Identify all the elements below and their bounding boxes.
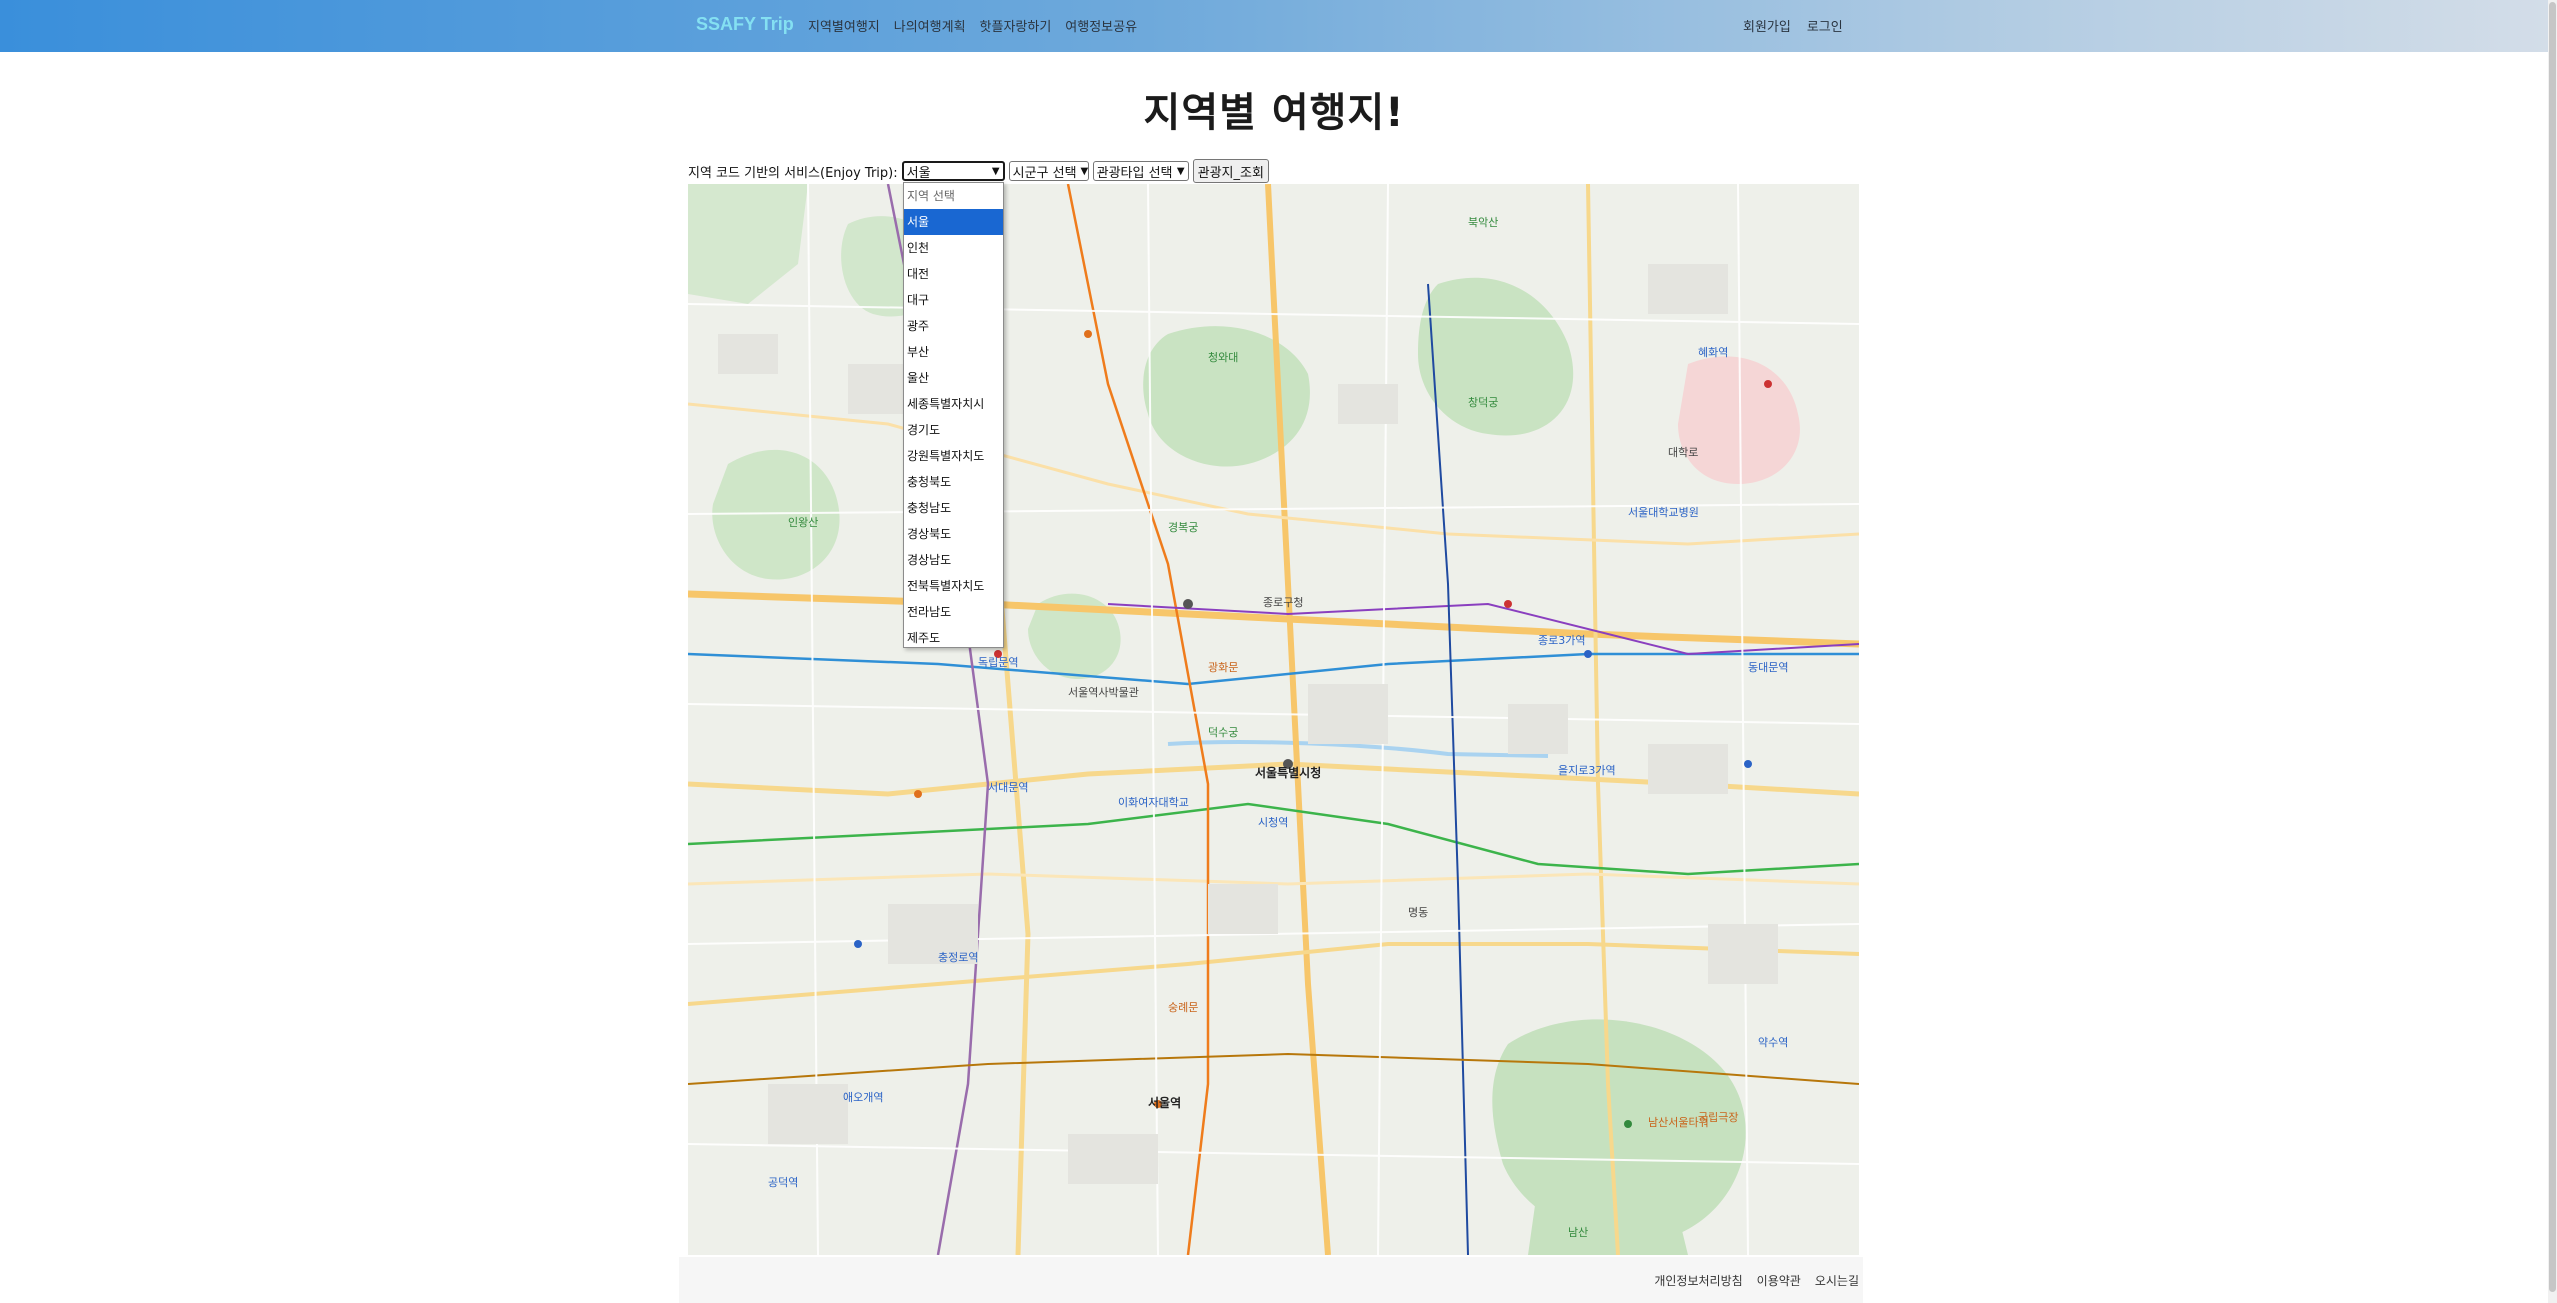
- dropdown-option[interactable]: 경상남도: [904, 547, 1003, 573]
- gugun-select-value: 시군구 선택: [1012, 165, 1077, 181]
- sido-dropdown-list: 지역 선택 서울 인천 대전 대구 광주 부산 울산 세종특별자치시 경기도 강…: [903, 182, 1004, 648]
- chevron-down-icon: ▼: [1176, 165, 1185, 177]
- map-label-namsan: 남산: [1568, 1226, 1589, 1239]
- dropdown-option-selected[interactable]: 서울: [904, 209, 1003, 235]
- map-label-ewha-univ: 이화여자대학교: [1118, 796, 1189, 809]
- dropdown-option[interactable]: 전라남도: [904, 599, 1003, 625]
- map-label-myeongdong: 명동: [1408, 906, 1429, 919]
- dropdown-option[interactable]: 광주: [904, 313, 1003, 339]
- dropdown-option[interactable]: 충청북도: [904, 469, 1003, 495]
- brand-logo[interactable]: SSAFY Trip: [696, 14, 794, 35]
- footer-link-privacy[interactable]: 개인정보처리방침: [1654, 1272, 1742, 1289]
- dropdown-option[interactable]: 대전: [904, 261, 1003, 287]
- map-label-gongdeok-station: 공덕역: [768, 1176, 799, 1189]
- map-label-gwanghwamun: 광화문: [1208, 661, 1239, 674]
- map-label-city-hall-station: 시청역: [1258, 816, 1289, 829]
- gugun-select[interactable]: 시군구 선택 ▼: [1008, 161, 1089, 181]
- map-label-snu-hospital: 서울대학교병원: [1628, 506, 1699, 519]
- scrollbar-thumb[interactable]: [2549, 2, 2556, 1292]
- map-label-chungjeongno-station: 충정로역: [938, 951, 979, 964]
- map-label-cheongwadae: 청와대: [1208, 351, 1239, 364]
- map-label-aeogae-station: 애오개역: [843, 1091, 884, 1104]
- map-label-dongdaemun-station: 동대문역: [1748, 661, 1789, 674]
- dropdown-option[interactable]: 경상북도: [904, 521, 1003, 547]
- map-label-jongno-gu-office: 종로구청: [1263, 596, 1304, 609]
- nav-link-info-share[interactable]: 여행정보공유: [1065, 16, 1137, 35]
- map-label-daehangno: 대학로: [1668, 446, 1699, 459]
- top-navbar: SSAFY Trip 지역별여행지 나의여행계획 핫플자랑하기 여행정보공유 회…: [0, 0, 2548, 52]
- content-type-select-value: 관광타입 선택: [1096, 165, 1173, 181]
- dropdown-option[interactable]: 부산: [904, 339, 1003, 365]
- map-label-changdeokgung: 창덕궁: [1468, 396, 1499, 409]
- map-view[interactable]: 서울특별시청 청와대 종로구청 경복궁 창덕궁 서울역 남산 서대문역 충정로역…: [688, 184, 1859, 1255]
- dropdown-option[interactable]: 울산: [904, 365, 1003, 391]
- dropdown-option[interactable]: 지역 선택: [904, 183, 1003, 209]
- main-nav: 지역별여행지 나의여행계획 핫플자랑하기 여행정보공유: [808, 16, 1137, 35]
- map-label-inwangsan: 인왕산: [788, 516, 819, 529]
- sido-select-value: 서울: [906, 165, 931, 181]
- content-type-select[interactable]: 관광타입 선택 ▼: [1092, 161, 1189, 181]
- nav-link-my-plan[interactable]: 나의여행계획: [894, 16, 966, 35]
- sido-select[interactable]: 서울 ▼: [901, 161, 1005, 181]
- search-button[interactable]: 관광지_조회: [1192, 159, 1269, 183]
- chevron-down-icon: ▼: [991, 165, 1000, 177]
- dropdown-option[interactable]: 대구: [904, 287, 1003, 313]
- dropdown-option[interactable]: 경기도: [904, 417, 1003, 443]
- map-label-sungnyemun: 숭례문: [1168, 1001, 1199, 1014]
- nav-link-login[interactable]: 로그인: [1807, 16, 1843, 35]
- map-label-bugaksan: 북악산: [1468, 216, 1499, 229]
- nav-link-hotplace[interactable]: 핫플자랑하기: [980, 16, 1052, 35]
- map-label-dongnimmun-station: 독립문역: [978, 656, 1019, 669]
- footer-link-terms[interactable]: 이용약관: [1757, 1272, 1801, 1289]
- dropdown-option[interactable]: 제주도: [904, 625, 1003, 651]
- dropdown-option[interactable]: 충청남도: [904, 495, 1003, 521]
- map-label-jongno3ga-station: 종로3가역: [1538, 634, 1586, 647]
- map-label-national-theater: 국립극장: [1698, 1111, 1739, 1124]
- account-nav: 회원가입 로그인: [1743, 16, 1843, 35]
- dropdown-option[interactable]: 인천: [904, 235, 1003, 261]
- search-label: 지역 코드 기반의 서비스(Enjoy Trip):: [688, 165, 898, 181]
- map-label-euljiro3ga-station: 을지로3가역: [1558, 764, 1616, 777]
- map-label-yaksu-station: 약수역: [1758, 1036, 1789, 1049]
- footer: 개인정보처리방침 이용약관 오시는길: [679, 1257, 1863, 1303]
- dropdown-option[interactable]: 전북특별자치도: [904, 573, 1003, 599]
- dropdown-option[interactable]: 강원특별자치도: [904, 443, 1003, 469]
- map-label-deoksugung: 덕수궁: [1208, 726, 1239, 739]
- map-label-seodaemun-station: 서대문역: [988, 781, 1029, 794]
- nav-link-region-attractions[interactable]: 지역별여행지: [808, 16, 880, 35]
- page-title: 지역별 여행지!: [1143, 90, 1405, 136]
- footer-link-directions[interactable]: 오시는길: [1815, 1272, 1859, 1289]
- dropdown-option[interactable]: 세종특별자치시: [904, 391, 1003, 417]
- search-bar: 지역 코드 기반의 서비스(Enjoy Trip): 서울 ▼ 시군구 선택 ▼…: [688, 159, 1269, 183]
- map-label-hyehwa-station: 혜화역: [1698, 346, 1729, 359]
- map-label-gyeongbokgung: 경복궁: [1168, 521, 1199, 534]
- vertical-scrollbar[interactable]: [2548, 0, 2557, 1303]
- chevron-down-icon: ▼: [1080, 165, 1089, 177]
- map-label-seoul-station: 서울역: [1148, 1096, 1182, 1110]
- map-label-seoul-museum-of-history: 서울역사박물관: [1068, 686, 1139, 699]
- nav-link-signup[interactable]: 회원가입: [1743, 16, 1791, 35]
- map-label-city-hall: 서울특별시청: [1255, 766, 1322, 780]
- footer-links: 개인정보처리방침 이용약관 오시는길: [1654, 1272, 1859, 1289]
